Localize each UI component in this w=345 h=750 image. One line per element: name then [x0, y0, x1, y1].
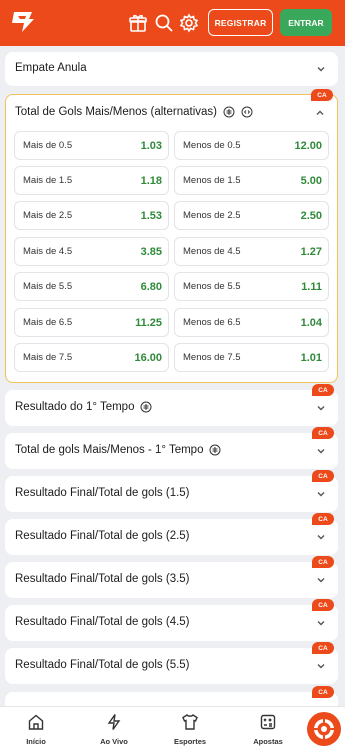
market-title: Total de gols Mais/Menos - 1° Tempo	[15, 444, 204, 456]
odd-button-over[interactable]: Mais de 2.5 1.53	[14, 201, 169, 230]
nav-ao-vivo[interactable]: Ao Vivo	[84, 713, 144, 746]
chip-icon	[313, 718, 335, 740]
market-empate-anula[interactable]: Empate Anula	[5, 52, 338, 86]
odd-button-under[interactable]: Menos de 0.5 12.00	[174, 131, 329, 160]
chevron-down-icon[interactable]	[316, 618, 326, 628]
ca-badge: CA	[312, 686, 334, 698]
stats-icon[interactable]	[223, 106, 235, 118]
stats-icon[interactable]	[140, 401, 152, 413]
ca-badge: CA	[311, 89, 333, 101]
top-header: REGISTRAR ENTRAR	[0, 0, 345, 46]
market-title: Resultado Final/Total de gols (3.5)	[15, 573, 190, 585]
odd-button-under[interactable]: Menos de 7.5 1.01	[174, 343, 329, 372]
markets-list: Empate Anula CA Total de Gols Mais/Menos…	[0, 46, 345, 706]
home-icon	[28, 714, 44, 730]
odd-button-over[interactable]: Mais de 5.5 6.80	[14, 272, 169, 301]
market-title: Resultado Final/Total de gols (4.5)	[15, 616, 190, 628]
ca-badge: CA	[312, 384, 334, 396]
market-resultado-total-2-5[interactable]: CA Resultado Final/Total de gols (2.5)	[5, 513, 338, 555]
market-resultado-1-tempo[interactable]: CA Resultado do 1° Tempo	[5, 384, 338, 426]
nav-apostas[interactable]: Apostas	[238, 713, 298, 746]
live-icon	[107, 714, 121, 730]
market-title: Resultado Final/Total de gols (1.5)	[15, 487, 190, 499]
odd-button-under[interactable]: Menos de 2.5 2.50	[174, 201, 329, 230]
odd-button-over[interactable]: Mais de 7.5 16.00	[14, 343, 169, 372]
gift-icon[interactable]	[128, 13, 148, 33]
market-partial[interactable]: CA	[5, 686, 338, 706]
odd-button-over[interactable]: Mais de 1.5 1.18	[14, 166, 169, 195]
chevron-down-icon[interactable]	[316, 446, 326, 456]
ca-badge: CA	[312, 470, 334, 482]
odd-button-under[interactable]: Menos de 6.5 1.04	[174, 308, 329, 337]
market-resultado-total-5-5[interactable]: CA Resultado Final/Total de gols (5.5)	[5, 642, 338, 684]
casino-chip-button[interactable]	[307, 712, 341, 746]
register-button[interactable]: REGISTRAR	[208, 9, 273, 36]
market-title: Resultado Final/Total de gols (5.5)	[15, 659, 190, 671]
chevron-up-icon[interactable]	[315, 108, 325, 118]
enter-button[interactable]: ENTRAR	[280, 9, 332, 36]
ca-badge: CA	[312, 427, 334, 439]
chevron-down-icon[interactable]	[316, 403, 326, 413]
market-title: Total de Gols Mais/Menos (alternativas)	[15, 106, 217, 118]
odd-button-under[interactable]: Menos de 1.5 5.00	[174, 166, 329, 195]
odd-button-under[interactable]: Menos de 4.5 1.27	[174, 237, 329, 266]
odd-button-under[interactable]: Menos de 5.5 1.11	[174, 272, 329, 301]
bets-icon	[260, 714, 276, 730]
chevron-down-icon[interactable]	[316, 532, 326, 542]
market-title: Empate Anula	[15, 62, 87, 74]
ca-badge: CA	[312, 556, 334, 568]
odd-button-over[interactable]: Mais de 4.5 3.85	[14, 237, 169, 266]
odd-button-over[interactable]: Mais de 6.5 11.25	[14, 308, 169, 337]
ca-badge: CA	[312, 599, 334, 611]
chevron-down-icon[interactable]	[316, 489, 326, 499]
stats-icon[interactable]	[209, 444, 221, 456]
bottom-nav: Início Ao Vivo Esportes Apostas	[0, 706, 345, 750]
market-total-gols-1-tempo[interactable]: CA Total de gols Mais/Menos - 1° Tempo	[5, 427, 338, 469]
ca-badge: CA	[312, 642, 334, 654]
jersey-icon	[182, 714, 198, 730]
market-resultado-total-4-5[interactable]: CA Resultado Final/Total de gols (4.5)	[5, 599, 338, 641]
market-resultado-total-1-5[interactable]: CA Resultado Final/Total de gols (1.5)	[5, 470, 338, 512]
gear-icon[interactable]	[179, 13, 199, 33]
odd-button-over[interactable]: Mais de 0.5 1.03	[14, 131, 169, 160]
chevron-down-icon[interactable]	[316, 575, 326, 585]
market-total-gols-alternativas: CA Total de Gols Mais/Menos (alternativa…	[5, 89, 338, 383]
nav-inicio[interactable]: Início	[6, 713, 66, 746]
nav-esportes[interactable]: Esportes	[160, 713, 220, 746]
market-resultado-total-3-5[interactable]: CA Resultado Final/Total de gols (3.5)	[5, 556, 338, 598]
cashout-icon[interactable]	[241, 106, 253, 118]
market-title: Resultado Final/Total de gols (2.5)	[15, 530, 190, 542]
market-title: Resultado do 1° Tempo	[15, 401, 135, 413]
chevron-down-icon[interactable]	[316, 64, 326, 74]
ca-badge: CA	[312, 513, 334, 525]
search-icon[interactable]	[154, 13, 174, 33]
logo-icon[interactable]	[10, 10, 36, 34]
chevron-down-icon[interactable]	[316, 661, 326, 671]
